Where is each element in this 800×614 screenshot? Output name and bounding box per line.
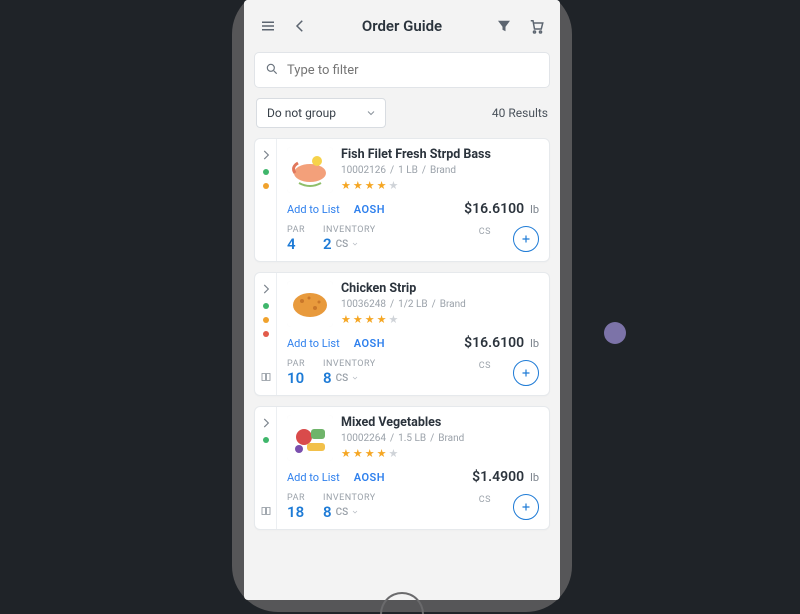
chevron-down-icon bbox=[365, 107, 377, 119]
rating-stars: ★★★★★ bbox=[341, 179, 539, 192]
expand-icon[interactable] bbox=[259, 281, 273, 295]
cs-label: CS bbox=[479, 225, 491, 237]
group-select[interactable]: Do not group bbox=[256, 98, 386, 128]
add-to-list-link[interactable]: Add to List bbox=[287, 471, 340, 484]
product-name[interactable]: Chicken Strip bbox=[341, 281, 539, 296]
price: $16.6100 lb bbox=[464, 335, 539, 351]
group-select-value: Do not group bbox=[267, 106, 336, 120]
inventory-unit-select[interactable]: CS bbox=[336, 507, 359, 518]
status-dot bbox=[263, 169, 269, 175]
product-name[interactable]: Fish Filet Fresh Strpd Bass bbox=[341, 147, 539, 162]
screen: Order Guide Do not group 40 Resul bbox=[244, 0, 560, 600]
inventory-metric: INVENTORY 2 CS bbox=[323, 225, 376, 253]
aosh-badge[interactable]: AOSH bbox=[354, 203, 385, 216]
product-card: Chicken Strip 10036248/1/2 LB/Brand ★★★★… bbox=[254, 272, 550, 396]
par-metric: PAR 4 bbox=[287, 225, 305, 253]
par-metric: PAR 18 bbox=[287, 493, 305, 521]
header: Order Guide bbox=[244, 0, 560, 52]
card-body: Chicken Strip 10036248/1/2 LB/Brand ★★★★… bbox=[277, 273, 549, 395]
par-metric: PAR 10 bbox=[287, 359, 305, 387]
add-to-list-link[interactable]: Add to List bbox=[287, 337, 340, 350]
search-field[interactable] bbox=[254, 52, 550, 88]
product-name[interactable]: Mixed Vegetables bbox=[341, 415, 539, 430]
phone-frame: Order Guide Do not group 40 Resul bbox=[232, 0, 572, 612]
search-icon bbox=[265, 61, 279, 80]
aosh-badge[interactable]: AOSH bbox=[354, 337, 385, 350]
rating-stars: ★★★★★ bbox=[341, 313, 539, 326]
product-meta: 10036248/1/2 LB/Brand bbox=[341, 299, 539, 310]
inventory-unit-select[interactable]: CS bbox=[336, 239, 359, 250]
expand-icon[interactable] bbox=[259, 147, 273, 161]
cs-label: CS bbox=[479, 493, 491, 505]
product-meta: 10002126/1 LB/Brand bbox=[341, 165, 539, 176]
filter-icon[interactable] bbox=[490, 12, 518, 40]
aosh-badge[interactable]: AOSH bbox=[354, 471, 385, 484]
add-button[interactable] bbox=[513, 494, 539, 520]
card-rail bbox=[255, 273, 277, 395]
status-dot bbox=[263, 303, 269, 309]
product-meta: 10002264/1.5 LB/Brand bbox=[341, 433, 539, 444]
card-body: Fish Filet Fresh Strpd Bass 10002126/1 L… bbox=[277, 139, 549, 261]
inventory-metric: INVENTORY 8 CS bbox=[323, 493, 376, 521]
item-list[interactable]: Fish Filet Fresh Strpd Bass 10002126/1 L… bbox=[244, 138, 560, 600]
inventory-metric: INVENTORY 8 CS bbox=[323, 359, 376, 387]
add-button[interactable] bbox=[513, 360, 539, 386]
price: $1.4900 lb bbox=[472, 469, 539, 485]
expand-icon[interactable] bbox=[259, 415, 273, 429]
card-body: Mixed Vegetables 10002264/1.5 LB/Brand ★… bbox=[277, 407, 549, 529]
rating-stars: ★★★★★ bbox=[341, 447, 539, 460]
product-card: Fish Filet Fresh Strpd Bass 10002126/1 L… bbox=[254, 138, 550, 262]
price: $16.6100 lb bbox=[464, 201, 539, 217]
status-dot bbox=[263, 437, 269, 443]
bookmark-icon[interactable] bbox=[260, 368, 272, 387]
add-button[interactable] bbox=[513, 226, 539, 252]
add-to-list-link[interactable]: Add to List bbox=[287, 203, 340, 216]
search-input[interactable] bbox=[287, 63, 539, 78]
card-rail bbox=[255, 407, 277, 529]
status-dot bbox=[263, 317, 269, 323]
results-count: 40 Results bbox=[492, 106, 548, 120]
cursor-indicator bbox=[604, 322, 626, 344]
status-dot bbox=[263, 183, 269, 189]
product-thumbnail[interactable] bbox=[287, 147, 333, 193]
product-thumbnail[interactable] bbox=[287, 281, 333, 327]
status-dot bbox=[263, 331, 269, 337]
inventory-unit-select[interactable]: CS bbox=[336, 373, 359, 384]
meta-row: Do not group 40 Results bbox=[244, 98, 560, 138]
back-icon[interactable] bbox=[286, 12, 314, 40]
search-row bbox=[244, 52, 560, 98]
product-thumbnail[interactable] bbox=[287, 415, 333, 461]
bookmark-icon[interactable] bbox=[260, 502, 272, 521]
page-title: Order Guide bbox=[318, 17, 486, 35]
card-rail bbox=[255, 139, 277, 261]
cart-icon[interactable] bbox=[522, 12, 550, 40]
product-card: Mixed Vegetables 10002264/1.5 LB/Brand ★… bbox=[254, 406, 550, 530]
menu-icon[interactable] bbox=[254, 12, 282, 40]
cs-label: CS bbox=[479, 359, 491, 371]
